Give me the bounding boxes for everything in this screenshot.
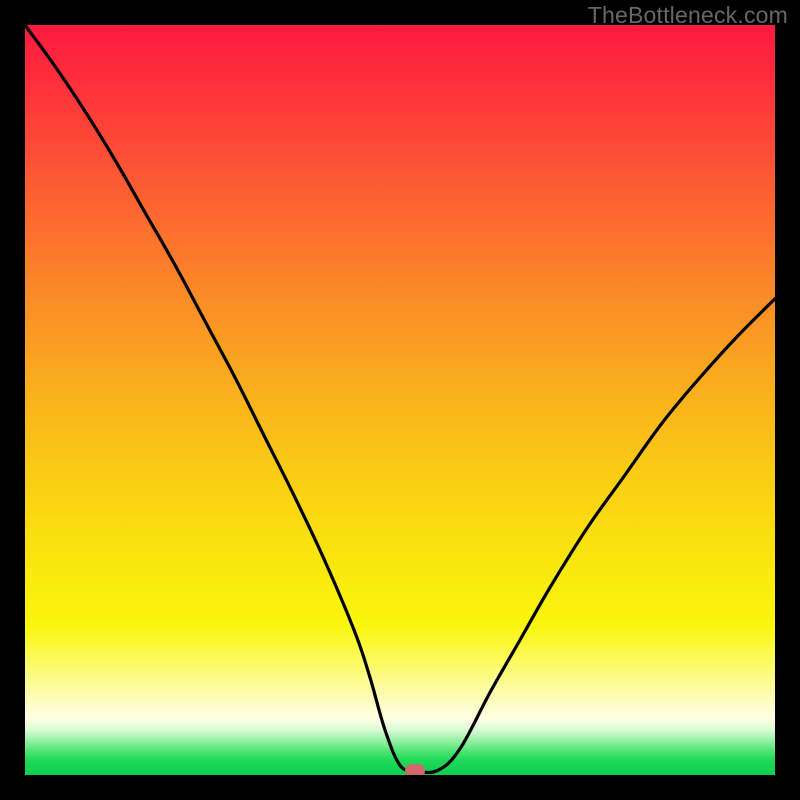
watermark-text: TheBottleneck.com [588, 2, 788, 29]
optimal-point-marker [405, 764, 425, 776]
curve-svg [25, 25, 775, 775]
bottleneck-curve [25, 25, 775, 772]
chart-frame: TheBottleneck.com [0, 0, 800, 800]
plot-area [25, 25, 775, 775]
